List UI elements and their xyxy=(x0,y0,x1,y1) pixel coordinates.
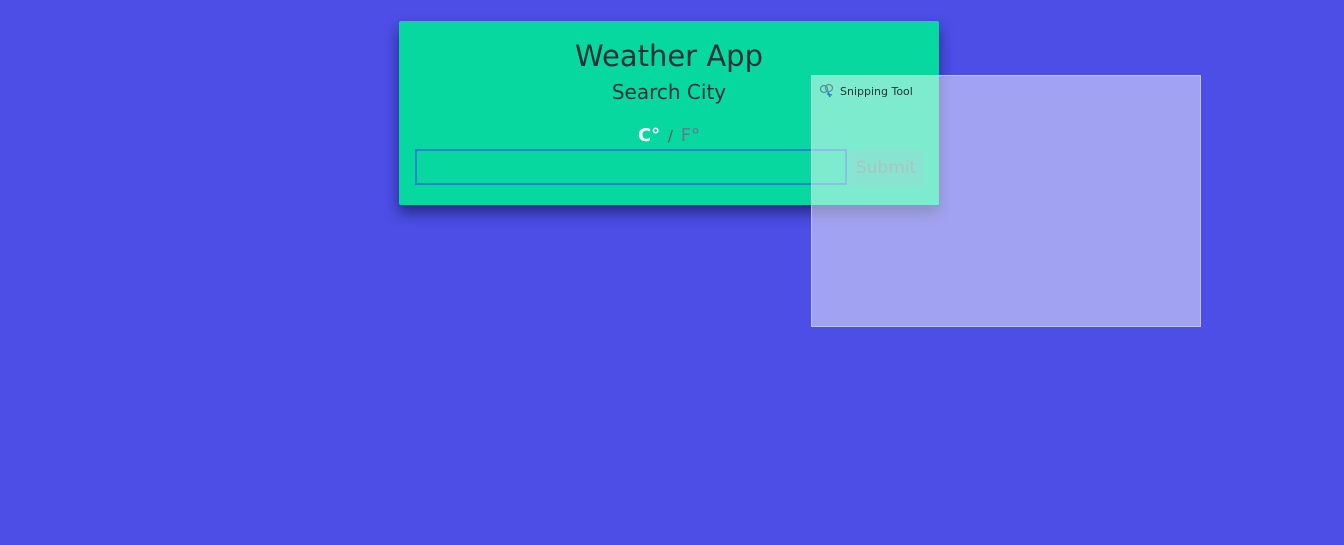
celsius-toggle[interactable]: C° xyxy=(638,125,660,146)
snipping-tool-label: Snipping Tool xyxy=(840,84,913,98)
unit-separator: / xyxy=(667,127,673,145)
fahrenheit-toggle[interactable]: F° xyxy=(681,125,700,146)
snipping-tool-overlay[interactable]: Snipping Tool xyxy=(811,75,1201,327)
city-search-input[interactable] xyxy=(415,149,847,185)
page-title: Weather App xyxy=(575,39,763,73)
snipping-tool-header: Snipping Tool xyxy=(819,82,913,100)
scissors-icon xyxy=(819,83,835,99)
